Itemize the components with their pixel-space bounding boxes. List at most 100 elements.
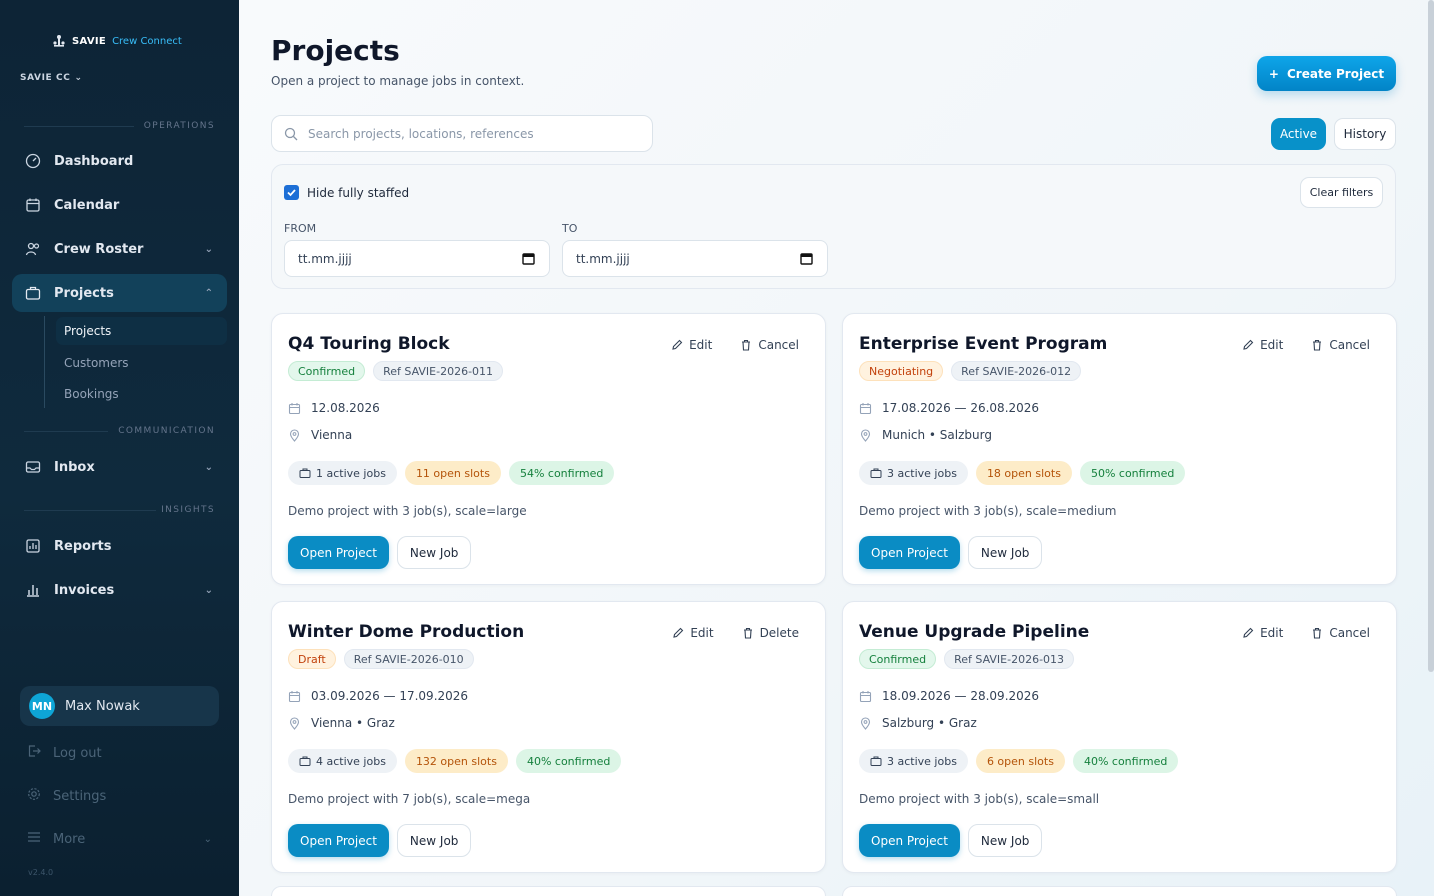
nav-invoices[interactable]: Invoices ⌄ [12,571,227,609]
chevron-down-icon: ⌄ [204,584,213,596]
logout-button[interactable]: Log out [27,744,102,762]
cancel-button[interactable]: Cancel [1311,338,1370,352]
calendar-icon [24,196,42,214]
project-title: Enterprise Event Program [859,334,1108,354]
logout-icon [27,744,41,762]
confirmed-chip: 40% confirmed [1072,749,1179,773]
nav-dashboard[interactable]: Dashboard [12,142,227,180]
version-label: v2.4.0 [28,868,54,877]
search-icon [284,127,298,140]
more-button[interactable]: More ⌄ [27,830,212,848]
calendar-icon [859,402,872,414]
nav-projects[interactable]: Projects ⌃ [12,274,227,312]
calendar-icon [288,690,301,702]
chevron-up-icon: ⌃ [204,287,213,299]
open-project-button[interactable]: Open Project [859,824,960,857]
create-project-button[interactable]: + Create Project [1257,56,1396,91]
project-location: Munich • Salzburg [859,428,992,442]
open-slots-chip: 18 open slots [975,461,1072,485]
project-location: Salzburg • Graz [859,716,977,730]
delete-button[interactable]: Delete [742,626,799,640]
briefcase-icon [870,756,882,766]
settings-label: Settings [53,788,107,804]
project-dates: 12.08.2026 [288,401,380,415]
page-title: Projects [271,34,400,67]
new-job-button[interactable]: New Job [396,536,472,569]
cancel-button[interactable]: Cancel [740,338,799,352]
location-value: Vienna [311,428,353,442]
project-title: Winter Dome Production [288,622,525,642]
new-job-button[interactable]: New Job [396,824,472,857]
project-card-partial [271,886,826,896]
open-project-button[interactable]: Open Project [288,536,389,569]
nav-reports-label: Reports [54,538,112,554]
new-job-button[interactable]: New Job [967,536,1043,569]
location-value: Vienna • Graz [311,716,395,730]
status-badge: Confirmed [859,649,937,669]
edit-button[interactable]: Edit [1242,338,1283,352]
project-dates: 17.08.2026 — 26.08.2026 [859,401,1039,415]
calendar-icon [288,402,301,414]
status-badge: Draft [288,649,336,669]
plus-icon: + [1268,66,1279,81]
settings-button[interactable]: Settings [27,787,106,805]
calendar-icon[interactable] [800,252,813,265]
org-switcher[interactable]: SAVIE CC ⌄ [20,73,83,83]
confirmed-chip: 40% confirmed [515,749,622,773]
pencil-icon [1243,339,1254,350]
calendar-icon[interactable] [522,252,535,265]
from-label: FROM [284,222,317,235]
more-label: More [53,831,86,847]
open-slots-chip: 6 open slots [975,749,1065,773]
trash-icon [1313,339,1322,351]
brand[interactable]: SAVIE Crew Connect [52,34,182,48]
subnav-customers[interactable]: Customers [56,349,227,377]
dates-value: 17.08.2026 — 26.08.2026 [882,401,1040,415]
edit-button[interactable]: Edit [671,338,712,352]
reference-badge: Ref SAVIE-2026-013 [944,649,1075,669]
filter-panel: Hide fully staffed Clear filters FROM tt… [271,164,1396,289]
create-project-label: Create Project [1286,66,1385,81]
chevron-down-icon: ⌄ [204,243,213,255]
new-job-button[interactable]: New Job [967,824,1043,857]
open-slots-chip: 132 open slots [404,749,508,773]
to-date-field[interactable]: tt.mm.jjjj [562,240,828,277]
nav-inbox[interactable]: Inbox ⌄ [12,448,227,486]
open-project-button[interactable]: Open Project [288,824,389,857]
chevron-down-icon: ⌄ [74,73,83,83]
status-badge: Confirmed [288,361,366,381]
user-card[interactable]: MN Max Nowak [20,686,219,726]
project-card: Venue Upgrade Pipeline Edit Cancel Confi… [842,601,1397,873]
user-name: Max Nowak [65,698,140,714]
nav-inbox-label: Inbox [54,459,95,475]
from-date-field[interactable]: tt.mm.jjjj [284,240,550,277]
subnav-projects[interactable]: Projects [56,317,227,345]
clear-filters-button[interactable]: Clear filters [1300,177,1383,208]
gear-icon [27,787,41,805]
edit-button[interactable]: Edit [672,626,714,640]
nav-calendar[interactable]: Calendar [12,186,227,224]
cancel-button[interactable]: Cancel [1311,626,1370,640]
nav-crew-roster[interactable]: Crew Roster ⌄ [12,230,227,268]
location-value: Salzburg • Graz [882,716,977,730]
delete-label: Delete [759,626,799,640]
search-box[interactable] [271,115,653,152]
subnav-bookings[interactable]: Bookings [56,380,227,408]
scrollbar-thumb[interactable] [1428,0,1434,672]
project-location: Vienna • Graz [288,716,395,730]
nav-reports[interactable]: Reports [12,527,227,565]
open-project-button[interactable]: Open Project [859,536,960,569]
confirmed-chip: 50% confirmed [1079,461,1186,485]
gauge-icon [24,152,42,170]
pencil-icon [1243,627,1254,638]
briefcase-icon [24,284,42,302]
search-input[interactable] [308,126,628,141]
active-jobs-chip: 3 active jobs [859,461,968,485]
location-value: Munich • Salzburg [882,428,992,442]
hide-staffed-checkbox[interactable]: Hide fully staffed [284,185,409,200]
report-icon [24,537,42,555]
toggle-active[interactable]: Active [1271,118,1326,150]
edit-button[interactable]: Edit [1242,626,1283,640]
toggle-history[interactable]: History [1334,118,1396,150]
active-jobs-value: 1 active jobs [316,466,386,480]
